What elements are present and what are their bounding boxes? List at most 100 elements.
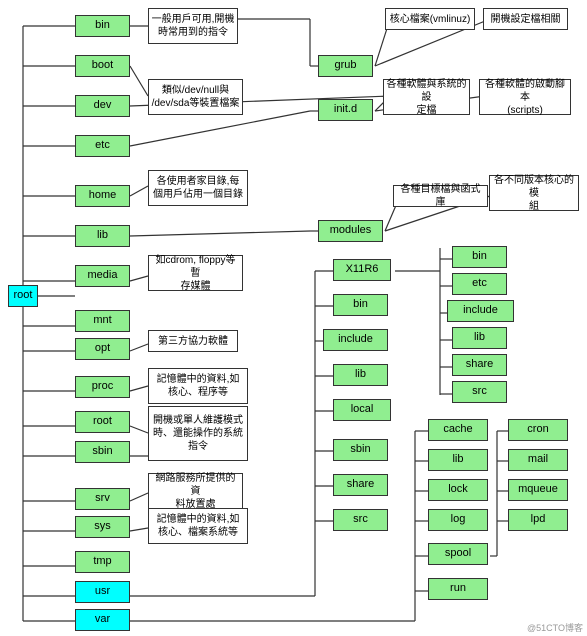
var-label: var xyxy=(95,613,110,626)
vmlinuz-text: 核心檔案(vmlinuz) xyxy=(390,13,471,26)
modules-node: modules xyxy=(318,220,383,242)
boot-related-label: 開機設定檔相關 xyxy=(483,8,568,30)
opt-label: opt xyxy=(95,342,110,355)
sbin-label: sbin xyxy=(92,445,112,458)
usr-share-label: share xyxy=(347,478,375,491)
settings-text: 各種軟體與系統的設定檔 xyxy=(386,78,467,117)
bin-node: bin xyxy=(75,15,130,37)
var-run-label: run xyxy=(450,582,466,595)
var-lib-node: lib xyxy=(428,449,488,471)
usr-label: usr xyxy=(95,585,110,598)
boot-node: boot xyxy=(75,55,130,77)
kernel-versions-label: 各不同版本核心的模組 xyxy=(489,175,579,211)
var-spool-node: spool xyxy=(428,543,488,565)
usr-lib-label: lib xyxy=(355,368,366,381)
var-run-node: run xyxy=(428,578,488,600)
var-log-node: log xyxy=(428,509,488,531)
lib-node: lib xyxy=(75,225,130,247)
var-cache-label: cache xyxy=(443,423,472,436)
srv-label: srv xyxy=(95,492,110,505)
x11-include-node: include xyxy=(447,300,514,322)
opt-desc: 第三方協力軟體 xyxy=(148,330,238,352)
usr-include-label: include xyxy=(338,333,373,346)
home-label: home xyxy=(89,189,117,202)
initd-label: init.d xyxy=(334,103,357,116)
opt-node: opt xyxy=(75,338,130,360)
filesystem-diagram: root bin boot dev etc home lib media mnt… xyxy=(0,0,587,636)
usr-bin-node: bin xyxy=(333,294,388,316)
srv-desc-text: 網路服務所提供的資料放置處 xyxy=(151,472,240,511)
mqueue-label: mqueue xyxy=(518,483,558,496)
usr-local-label: local xyxy=(351,403,374,416)
lib-label: lib xyxy=(97,229,108,242)
rootdir-label: root xyxy=(93,415,112,428)
dev-desc: 類似/dev/null與/dev/sda等裝置檔案 xyxy=(148,79,243,115)
bin-desc: 一般用戶可用,開機時常用到的指令 xyxy=(148,8,238,44)
tmp-node: tmp xyxy=(75,551,130,573)
cron-node: cron xyxy=(508,419,568,441)
sys-desc-text: 記憶體中的資料,如核心、檔案系統等 xyxy=(157,513,240,539)
lpd-label: lpd xyxy=(531,513,546,526)
root-node: root xyxy=(8,285,38,307)
usr-local-node: local xyxy=(333,399,391,421)
var-spool-label: spool xyxy=(445,547,471,560)
usr-sbin-label: sbin xyxy=(350,443,370,456)
var-log-label: log xyxy=(451,513,466,526)
tmp-label: tmp xyxy=(93,555,111,568)
var-node: var xyxy=(75,609,130,631)
sbin-desc-text: 開機或單人維護模式時、還能操作的系統指令 xyxy=(153,414,243,453)
usr-include-node: include xyxy=(323,329,388,351)
grub-node: grub xyxy=(318,55,373,77)
proc-desc: 記憶體中的資料,如核心、程序等 xyxy=(148,368,248,404)
proc-desc-text: 記憶體中的資料,如核心、程序等 xyxy=(157,373,240,399)
watermark: @51CTO博客 xyxy=(527,621,583,634)
proc-label: proc xyxy=(92,380,113,393)
x11-src-label: src xyxy=(472,385,487,398)
x11r6-node: X11R6 xyxy=(333,259,391,281)
x11-etc-node: etc xyxy=(452,273,507,295)
x11-include-label: include xyxy=(463,304,498,317)
x11-src-node: src xyxy=(452,381,507,403)
var-lock-label: lock xyxy=(448,483,468,496)
var-lock-node: lock xyxy=(428,479,488,501)
media-desc: 如cdrom, floppy等暫存媒體 xyxy=(148,255,243,291)
sbin-node: sbin xyxy=(75,441,130,463)
boot-related-text: 開機設定檔相關 xyxy=(491,13,561,26)
lpd-node: lpd xyxy=(508,509,568,531)
usr-share-node: share xyxy=(333,474,388,496)
cron-label: cron xyxy=(527,423,548,436)
mqueue-node: mqueue xyxy=(508,479,568,501)
dev-label: dev xyxy=(94,99,112,112)
modules-label: modules xyxy=(330,224,372,237)
srv-desc: 網路服務所提供的資料放置處 xyxy=(148,473,243,509)
sbin-desc: 開機或單人維護模式時、還能操作的系統指令 xyxy=(148,406,248,461)
sys-desc: 記憶體中的資料,如核心、檔案系統等 xyxy=(148,508,248,544)
kernel-versions-text: 各不同版本核心的模組 xyxy=(492,174,576,213)
settings-label: 各種軟體與系統的設定檔 xyxy=(383,79,470,115)
dev-node: dev xyxy=(75,95,130,117)
var-lib-label: lib xyxy=(452,453,463,466)
bin-desc-text: 一般用戶可用,開機時常用到的指令 xyxy=(152,13,235,39)
grub-label: grub xyxy=(334,59,356,72)
scripts-text: 各種軟體的啟動腳本(scripts) xyxy=(482,78,568,117)
sys-label: sys xyxy=(94,520,111,533)
var-cache-node: cache xyxy=(428,419,488,441)
rootdir-node: root xyxy=(75,411,130,433)
etc-node: etc xyxy=(75,135,130,157)
mnt-label: mnt xyxy=(93,314,111,327)
x11-lib-node: lib xyxy=(452,327,507,349)
x11-bin-label: bin xyxy=(472,250,487,263)
media-label: media xyxy=(88,269,118,282)
mnt-node: mnt xyxy=(75,310,130,332)
opt-desc-text: 第三方協力軟體 xyxy=(158,335,228,348)
home-node: home xyxy=(75,185,130,207)
root-label: root xyxy=(14,289,33,302)
usr-lib-node: lib xyxy=(333,364,388,386)
usr-src-label: src xyxy=(353,513,368,526)
usr-src-node: src xyxy=(333,509,388,531)
vmlinuz-label: 核心檔案(vmlinuz) xyxy=(385,8,475,30)
proc-node: proc xyxy=(75,376,130,398)
srv-node: srv xyxy=(75,488,130,510)
targets-label: 各種目標檔與函式庫 xyxy=(393,185,488,207)
boot-label: boot xyxy=(92,59,113,72)
